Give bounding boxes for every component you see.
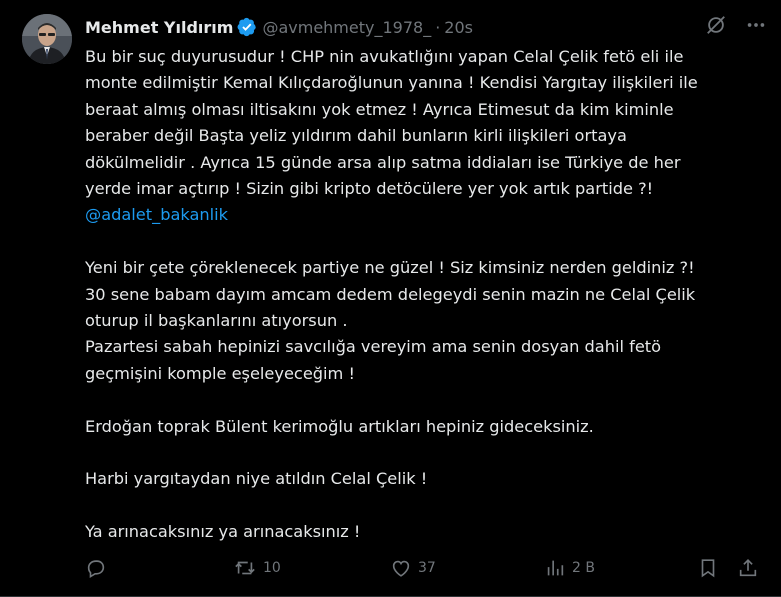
text-line: Yeni bir çete çöreklenecek partiye ne gü… bbox=[85, 258, 695, 278]
text-line: Pazartesi sabah hepinizi savcılığa verey… bbox=[85, 337, 662, 357]
grok-icon[interactable] bbox=[705, 14, 727, 36]
paragraph-2: Yeni bir çete çöreklenecek partiye ne gü… bbox=[85, 255, 755, 387]
reply-button[interactable] bbox=[85, 557, 113, 579]
text-line: dökülmelidir . Ayrıca 15 günde arsa alıp… bbox=[85, 152, 681, 172]
tweet-header: Mehmet Yıldırım @avmehmety_1978_ · 20s bbox=[85, 14, 473, 40]
bookmark-button[interactable] bbox=[697, 557, 719, 579]
retweet-button[interactable]: 10 bbox=[233, 557, 281, 579]
paragraph-1: Bu bir suç duyurusudur ! CHP nin avukatl… bbox=[85, 44, 755, 229]
bookmark-icon bbox=[701, 559, 715, 578]
text-line: Erdoğan toprak Bülent kerimoğlu artıklar… bbox=[85, 416, 594, 436]
retweet-icon bbox=[235, 561, 255, 575]
verified-badge-icon bbox=[237, 17, 257, 37]
tweet: Mehmet Yıldırım @avmehmety_1978_ · 20s B… bbox=[0, 0, 781, 597]
text-line: Harbi yargıtaydan niye atıldın Celal Çel… bbox=[85, 469, 428, 489]
tweet-text: Bu bir suç duyurusudur ! CHP nin avukatl… bbox=[85, 44, 755, 546]
paragraph-3: Erdoğan toprak Bülent kerimoğlu artıklar… bbox=[85, 414, 755, 440]
views-icon bbox=[547, 560, 564, 576]
text-line: beraat almış olması iltisakını yok etmez… bbox=[85, 99, 674, 119]
paragraph-4: Harbi yargıtaydan niye atıldın Celal Çel… bbox=[85, 466, 755, 492]
text-line: geçmişini komple eşeleyeceğim ! bbox=[85, 363, 355, 383]
paragraph-5: Ya arınacaksınız ya arınacaksınız ! bbox=[85, 519, 755, 545]
user-handle[interactable]: @avmehmety_1978_ bbox=[262, 18, 431, 37]
text-line: 30 sene babam dayım amcam dedem delegeyd… bbox=[85, 284, 696, 304]
text-line: monte edilmiştir Kemal Kılıçdaroğlunun y… bbox=[85, 73, 698, 93]
avatar-image bbox=[22, 14, 72, 64]
heart-icon bbox=[392, 560, 410, 577]
more-icon[interactable] bbox=[745, 14, 767, 36]
retweet-count: 10 bbox=[263, 560, 281, 576]
views-count: 2 B bbox=[572, 560, 595, 576]
share-icon bbox=[739, 559, 757, 577]
avatar[interactable] bbox=[22, 14, 72, 64]
top-actions bbox=[687, 14, 767, 36]
text-line: yerde imar açtırıp ! Sizin gibi kripto d… bbox=[85, 179, 654, 199]
text-line: Bu bir suç duyurusudur ! CHP nin avukatl… bbox=[85, 47, 684, 66]
timestamp[interactable]: 20s bbox=[444, 18, 473, 37]
mention-link[interactable]: @adalet_bakanlik bbox=[85, 205, 228, 224]
reply-icon bbox=[87, 560, 105, 578]
separator-dot: · bbox=[435, 17, 441, 37]
share-button[interactable] bbox=[737, 557, 759, 579]
text-line: oturup il başkanlarını atıyorsun . bbox=[85, 311, 348, 331]
text-line: beraber değil Başta yeliz yıldırım dahil… bbox=[85, 126, 627, 146]
display-name[interactable]: Mehmet Yıldırım bbox=[85, 18, 233, 37]
views-button[interactable]: 2 B bbox=[544, 557, 595, 579]
text-line: Ya arınacaksınız ya arınacaksınız ! bbox=[85, 522, 361, 542]
like-count: 37 bbox=[418, 560, 436, 576]
action-bar: 10 37 2 B bbox=[85, 557, 765, 583]
like-button[interactable]: 37 bbox=[390, 557, 436, 579]
